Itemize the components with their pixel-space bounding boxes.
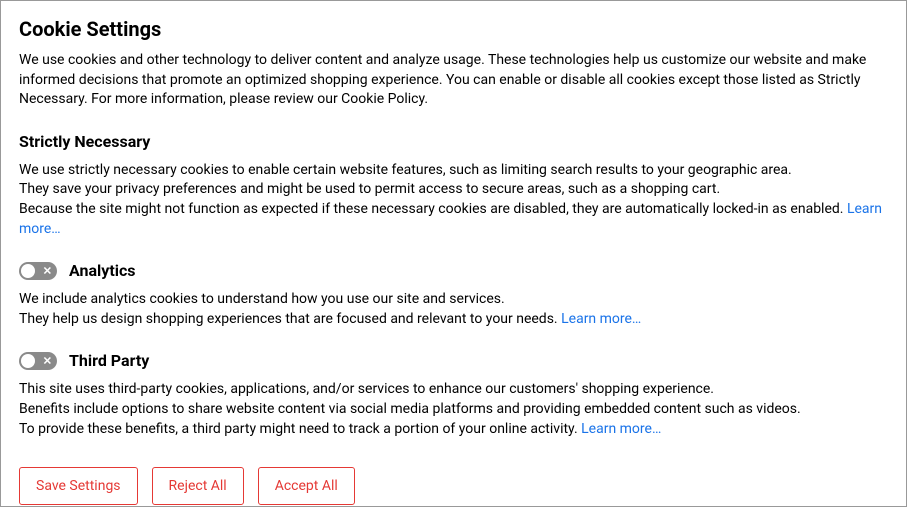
toggle-analytics[interactable]: ✕	[19, 262, 57, 280]
intro-text: We use cookies and other technology to d…	[19, 51, 888, 110]
section-analytics: ✕ Analytics We include analytics cookies…	[19, 261, 888, 329]
accept-all-button[interactable]: Accept All	[258, 467, 355, 505]
x-icon: ✕	[43, 265, 52, 276]
section-thirdparty: ✕ Third Party This site uses third-party…	[19, 351, 888, 439]
section-title-analytics: Analytics	[69, 261, 136, 280]
learn-more-analytics[interactable]: Learn more…	[561, 311, 641, 327]
section-title-thirdparty: Third Party	[69, 351, 149, 370]
section-body-thirdparty: This site uses third-party cookies, appl…	[19, 380, 888, 439]
save-settings-button[interactable]: Save Settings	[19, 467, 138, 505]
analytics-text: We include analytics cookies to understa…	[19, 291, 561, 327]
x-icon: ✕	[43, 355, 52, 366]
section-title-necessary: Strictly Necessary	[19, 132, 150, 151]
toggle-thirdparty[interactable]: ✕	[19, 352, 57, 370]
section-body-analytics: We include analytics cookies to understa…	[19, 290, 888, 329]
section-strictly-necessary: Strictly Necessary We use strictly neces…	[19, 132, 888, 239]
dialog-title: Cookie Settings	[19, 17, 888, 41]
toggle-knob-icon	[21, 264, 35, 278]
reject-all-button[interactable]: Reject All	[152, 467, 244, 505]
necessary-text: We use strictly necessary cookies to ena…	[19, 162, 847, 217]
section-body-necessary: We use strictly necessary cookies to ena…	[19, 161, 888, 239]
learn-more-thirdparty[interactable]: Learn more…	[581, 421, 661, 437]
toggle-knob-icon	[21, 354, 35, 368]
button-row: Save Settings Reject All Accept All	[19, 467, 888, 505]
thirdparty-text: This site uses third-party cookies, appl…	[19, 381, 801, 436]
